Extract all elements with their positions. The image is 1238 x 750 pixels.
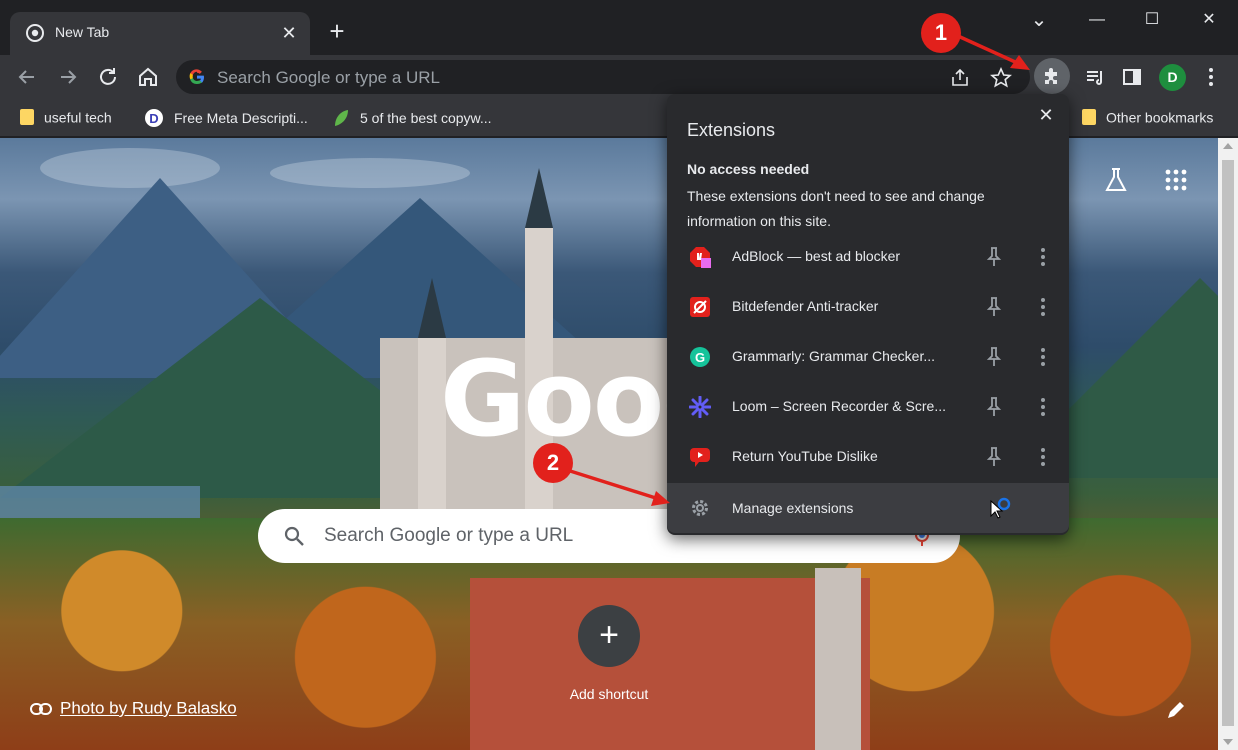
bookmark-free-meta[interactable]: D Free Meta Descripti...: [144, 108, 308, 128]
more-options-icon[interactable]: [1033, 245, 1053, 269]
castle-spire: [418, 278, 446, 338]
leaf-icon: [335, 110, 348, 126]
adblock-icon: [690, 247, 711, 268]
bookmark-useful-tech[interactable]: useful tech: [20, 108, 112, 128]
google-g-icon: [189, 69, 204, 85]
title-bar: New Tab ✕ + ⌄ — ☐ ✕: [0, 0, 1238, 55]
reading-list-icon[interactable]: [1083, 65, 1107, 89]
folder-icon: [20, 109, 34, 126]
address-bar-placeholder: Search Google or type a URL: [217, 68, 441, 87]
castle-tower: [815, 568, 861, 750]
manage-extensions-button[interactable]: Manage extensions: [667, 483, 1069, 533]
grammarly-icon: G: [690, 347, 710, 367]
reload-icon[interactable]: [96, 65, 120, 89]
loading-spinner-icon: [997, 497, 1011, 511]
vertical-scrollbar[interactable]: [1218, 138, 1238, 750]
bitdefender-icon: [690, 297, 710, 317]
add-shortcut-label: Add shortcut: [569, 686, 649, 702]
add-shortcut-button[interactable]: +: [578, 605, 640, 667]
scroll-down-arrow-icon[interactable]: [1223, 739, 1233, 745]
tab-search-icon[interactable]: ⌄: [1022, 6, 1056, 34]
back-arrow-icon[interactable]: [15, 65, 39, 89]
apps-grid-icon[interactable]: [1164, 168, 1188, 192]
svg-text:G: G: [695, 350, 705, 365]
home-icon[interactable]: [136, 65, 160, 89]
folder-icon: [1082, 109, 1096, 126]
window-close-button[interactable]: ✕: [1192, 6, 1226, 34]
puzzle-icon: [1045, 68, 1057, 84]
popup-title: Extensions: [687, 120, 776, 140]
pin-icon[interactable]: [983, 445, 1005, 469]
pin-icon[interactable]: [983, 395, 1005, 419]
extension-item-grammarly[interactable]: G Grammarly: Grammar Checker...: [667, 332, 1069, 382]
scroll-up-arrow-icon[interactable]: [1223, 143, 1233, 149]
pin-icon[interactable]: [983, 245, 1005, 269]
extension-item-loom[interactable]: Loom – Screen Recorder & Scre...: [667, 382, 1069, 432]
loom-icon: [689, 396, 711, 418]
minimize-button[interactable]: —: [1080, 6, 1114, 34]
profile-avatar[interactable]: D: [1159, 64, 1186, 91]
ntp-search-placeholder: Search Google or type a URL: [324, 525, 574, 546]
svg-text:D: D: [149, 111, 158, 126]
extension-item-youtube-dislike[interactable]: Return YouTube Dislike: [667, 432, 1069, 482]
search-icon: [284, 526, 304, 546]
kebab-menu-icon[interactable]: [1199, 65, 1223, 89]
pin-icon[interactable]: [983, 295, 1005, 319]
new-tab-button[interactable]: +: [323, 17, 351, 45]
customize-pencil-icon[interactable]: [1162, 696, 1190, 724]
extensions-button[interactable]: [1034, 58, 1070, 94]
dislike-icon: [690, 448, 710, 467]
extensions-popup: Extensions ✕ No access needed These exte…: [667, 94, 1069, 535]
bookmark-star-icon[interactable]: [990, 67, 1012, 89]
tab-new-tab[interactable]: New Tab ✕: [10, 12, 310, 55]
share-icon[interactable]: [950, 68, 970, 88]
more-options-icon[interactable]: [1033, 295, 1053, 319]
maximize-button[interactable]: ☐: [1135, 6, 1169, 34]
d-logo-icon: D: [145, 109, 163, 127]
forward-arrow-icon[interactable]: [56, 65, 80, 89]
popup-close-icon[interactable]: ✕: [1035, 104, 1057, 126]
callout-badge-1: 1: [921, 13, 961, 53]
more-options-icon[interactable]: [1033, 345, 1053, 369]
tab-close-icon[interactable]: ✕: [278, 22, 300, 44]
more-options-icon[interactable]: [1033, 445, 1053, 469]
pin-icon[interactable]: [983, 345, 1005, 369]
scroll-thumb[interactable]: [1222, 160, 1234, 726]
photo-credit-link[interactable]: Photo by Rudy Balasko: [30, 698, 237, 719]
bookmark-other[interactable]: Other bookmarks: [1082, 108, 1213, 128]
bookmark-copywriting[interactable]: 5 of the best copyw...: [332, 108, 492, 128]
callout-badge-2: 2: [533, 443, 573, 483]
castle-wall: [470, 578, 870, 750]
toolbar: Search Google or type a URL D: [0, 55, 1238, 99]
castle-spire: [525, 168, 553, 228]
gear-icon: [692, 500, 708, 516]
extension-item-bitdefender[interactable]: Bitdefender Anti-tracker: [667, 282, 1069, 332]
side-panel-icon[interactable]: [1120, 65, 1144, 89]
more-options-icon[interactable]: [1033, 395, 1053, 419]
link-icon: [30, 702, 52, 715]
tab-title: New Tab: [55, 24, 110, 40]
extension-item-adblock[interactable]: AdBlock — best ad blocker: [667, 232, 1069, 282]
section-title: No access needed: [687, 161, 810, 177]
chrome-icon: [26, 24, 44, 42]
labs-flask-icon[interactable]: [1102, 166, 1130, 194]
section-description: These extensions don't need to see and c…: [687, 188, 985, 229]
address-bar[interactable]: Search Google or type a URL: [176, 60, 1030, 94]
